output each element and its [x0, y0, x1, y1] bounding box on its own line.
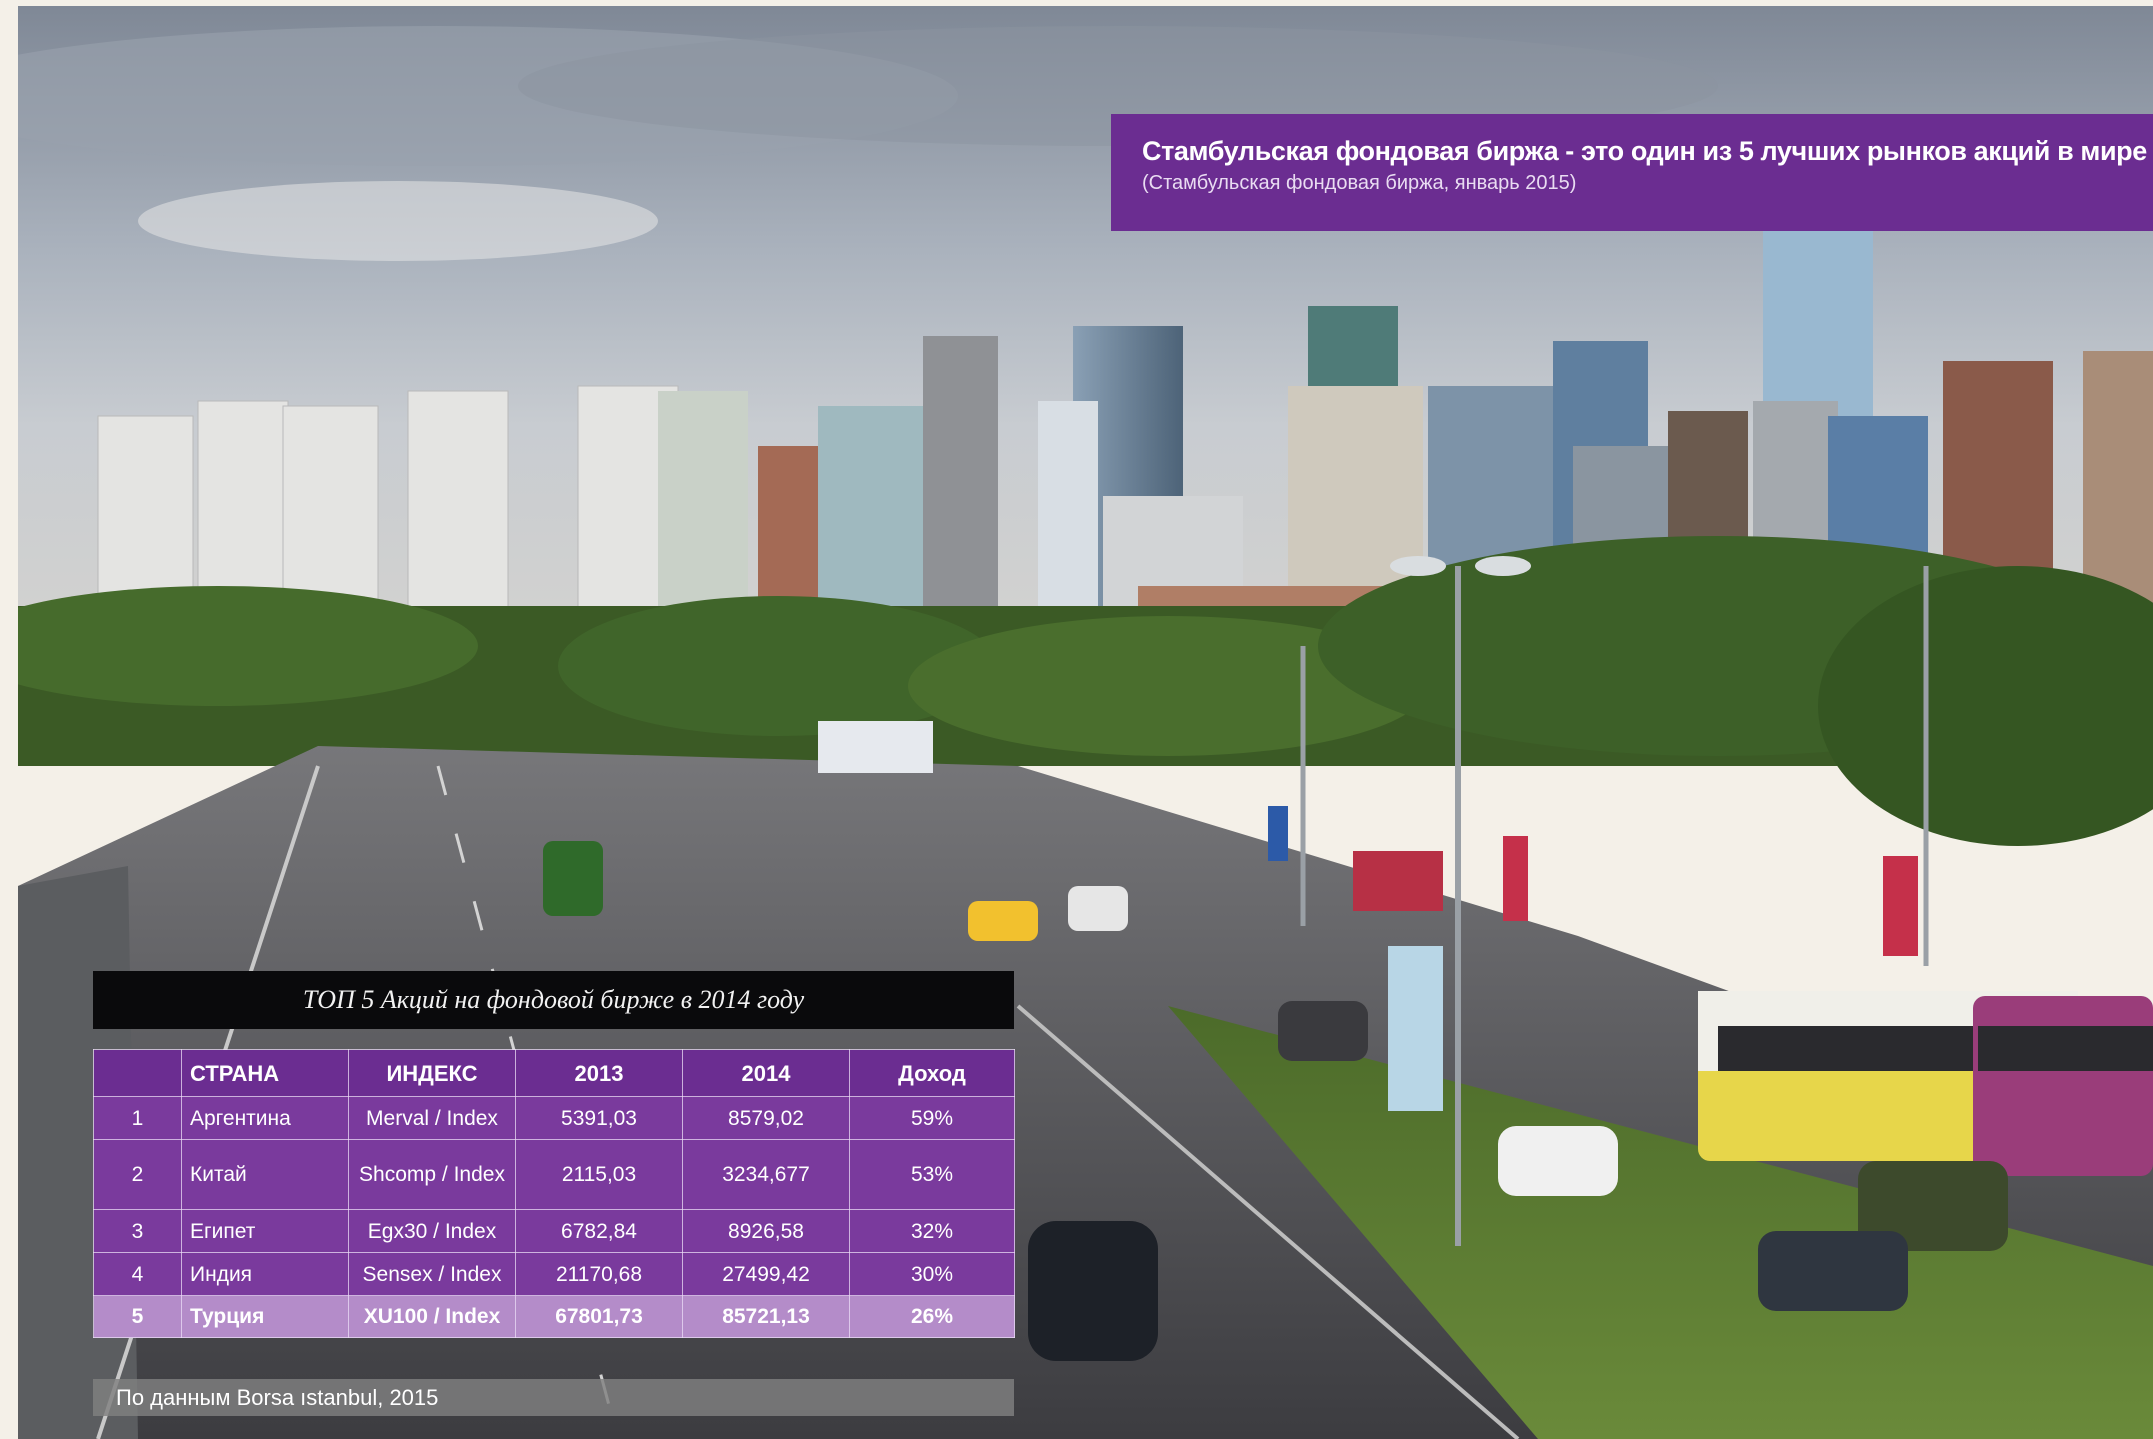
- value-2013-cell: 6782,84: [515, 1209, 683, 1253]
- index-cell: Egx30 / Index: [348, 1209, 516, 1253]
- return-cell: 53%: [849, 1139, 1015, 1210]
- value-2013-cell: 5391,03: [515, 1096, 683, 1140]
- country-cell: Китай: [181, 1139, 349, 1210]
- top-stocks-table: СТРАНА ИНДЕКС 2013 2014 Доход 1 Аргентин…: [93, 1049, 1015, 1338]
- rank-cell: 1: [93, 1096, 182, 1140]
- source-note: По данным Borsa ıstanbul, 2015: [93, 1379, 1014, 1416]
- header-index: ИНДЕКС: [348, 1049, 516, 1097]
- country-cell: Египет: [181, 1209, 349, 1253]
- header-return: Доход: [849, 1049, 1015, 1097]
- table-header-row: СТРАНА ИНДЕКС 2013 2014 Доход: [93, 1049, 1015, 1097]
- table-row: 4 Индия Sensex / Index 21170,68 27499,42…: [93, 1252, 1015, 1296]
- value-2013-cell: 21170,68: [515, 1252, 683, 1296]
- value-2014-cell: 8579,02: [682, 1096, 850, 1140]
- banner-title: Стамбульская фондовая биржа - это один и…: [1142, 136, 2147, 166]
- rank-cell: 2: [93, 1139, 182, 1210]
- country-cell: Турция: [181, 1295, 349, 1338]
- header-rank: [93, 1049, 182, 1097]
- value-2014-cell: 85721,13: [682, 1295, 850, 1338]
- index-cell: Merval / Index: [348, 1096, 516, 1140]
- index-cell: XU100 / Index: [348, 1295, 516, 1338]
- table-row: 1 Аргентина Merval / Index 5391,03 8579,…: [93, 1096, 1015, 1140]
- rank-cell: 5: [93, 1295, 182, 1338]
- rank-cell: 4: [93, 1252, 182, 1296]
- header-2013: 2013: [515, 1049, 683, 1097]
- value-2014-cell: 8926,58: [682, 1209, 850, 1253]
- header-country: СТРАНА: [181, 1049, 349, 1097]
- table-row-highlighted: 5 Турция XU100 / Index 67801,73 85721,13…: [93, 1295, 1015, 1338]
- index-cell: Shcomp / Index: [348, 1139, 516, 1210]
- return-cell: 30%: [849, 1252, 1015, 1296]
- value-2013-cell: 67801,73: [515, 1295, 683, 1338]
- page-margin: [0, 0, 18, 1439]
- value-2013-cell: 2115,03: [515, 1139, 683, 1210]
- header-2014: 2014: [682, 1049, 850, 1097]
- country-cell: Аргентина: [181, 1096, 349, 1140]
- return-cell: 32%: [849, 1209, 1015, 1253]
- return-cell: 26%: [849, 1295, 1015, 1338]
- table-row: 2 Китай Shcomp / Index 2115,03 3234,677 …: [93, 1139, 1015, 1210]
- table-title: ТОП 5 Акций на фондовой бирже в 2014 год…: [93, 971, 1014, 1029]
- rank-cell: 3: [93, 1209, 182, 1253]
- index-cell: Sensex / Index: [348, 1252, 516, 1296]
- return-cell: 59%: [849, 1096, 1015, 1140]
- headline-banner: Стамбульская фондовая биржа - это один и…: [1111, 114, 2153, 231]
- banner-subtitle: (Стамбульская фондовая биржа, январь 201…: [1142, 172, 1577, 194]
- country-cell: Индия: [181, 1252, 349, 1296]
- value-2014-cell: 3234,677: [682, 1139, 850, 1210]
- table-row: 3 Египет Egx30 / Index 6782,84 8926,58 3…: [93, 1209, 1015, 1253]
- value-2014-cell: 27499,42: [682, 1252, 850, 1296]
